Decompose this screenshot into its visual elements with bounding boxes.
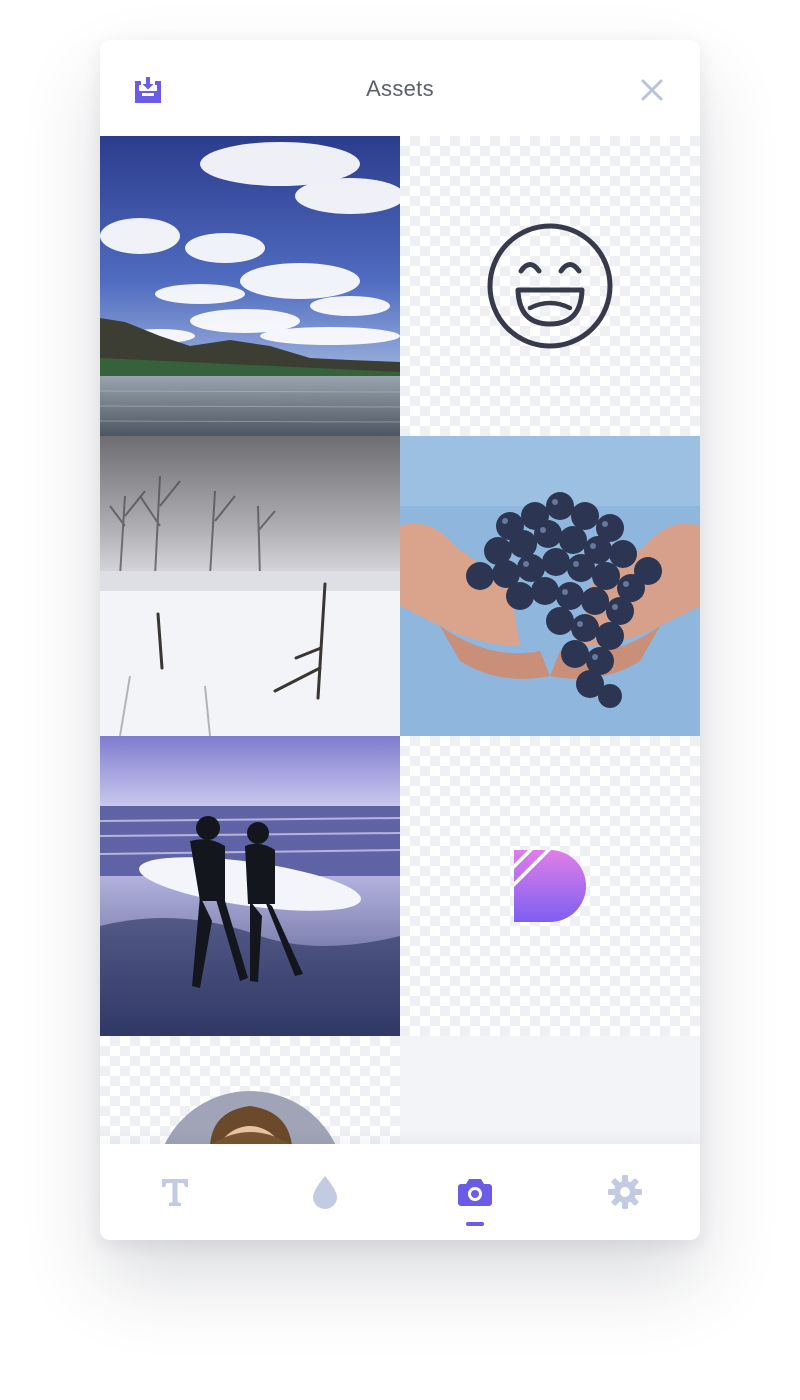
bottom-tab-bar (100, 1144, 700, 1240)
tab-color[interactable] (250, 1144, 400, 1240)
asset-tile-grapes[interactable] (400, 436, 700, 736)
p-logo-icon (514, 850, 586, 922)
asset-tile-surfers[interactable] (100, 736, 400, 1036)
surfers-photo (100, 736, 400, 1036)
asset-tile-lake[interactable] (100, 136, 400, 436)
avatar (155, 1091, 345, 1144)
tab-text[interactable] (100, 1144, 250, 1240)
droplet-icon (313, 1176, 337, 1209)
asset-tile-smiley[interactable] (400, 136, 700, 436)
asset-tile-avatar[interactable] (100, 1036, 400, 1144)
gear-icon (608, 1175, 642, 1209)
asset-tile-snow[interactable] (100, 436, 400, 736)
p-logo-shape (514, 850, 586, 922)
tab-settings[interactable] (550, 1144, 700, 1240)
page-title: Assets (366, 76, 434, 101)
header: Assets (100, 40, 700, 136)
assets-panel: Assets (100, 40, 700, 1240)
snowy-field-photo (100, 436, 400, 736)
asset-grid (100, 136, 700, 1144)
asset-tile-logo[interactable] (400, 736, 700, 1036)
close-button[interactable] (634, 72, 670, 108)
active-tab-indicator (466, 1222, 484, 1226)
tab-photos[interactable] (400, 1144, 550, 1240)
smiley-face-icon (487, 223, 613, 349)
lake-photo (100, 136, 400, 436)
grapes-photo (400, 436, 700, 736)
close-icon (641, 79, 663, 101)
text-icon (162, 1179, 188, 1206)
camera-icon (458, 1179, 492, 1206)
